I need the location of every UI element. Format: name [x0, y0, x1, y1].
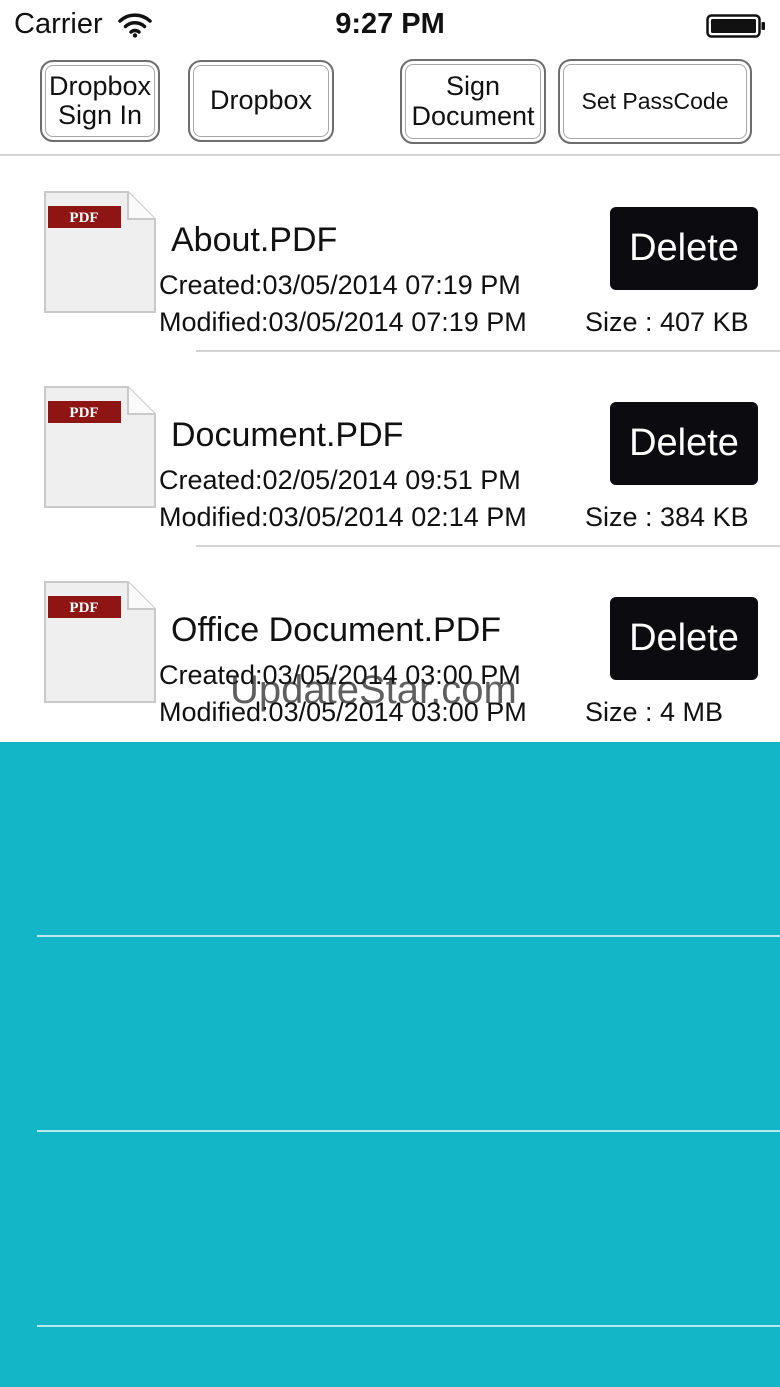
file-name: Document.PDF [171, 416, 404, 454]
file-modified: Modified:03/05/2014 02:14 PM [159, 502, 527, 532]
dropbox-button[interactable]: Dropbox [188, 60, 334, 142]
empty-row-separator [37, 1130, 780, 1132]
status-time: 9:27 PM [335, 8, 445, 40]
file-size: Size : 384 KB [585, 502, 749, 532]
pdf-file-icon: PDF [44, 191, 156, 313]
status-bar: Carrier 9:27 PM [0, 0, 780, 50]
file-size: Size : 4 MB [585, 697, 724, 727]
pdf-badge-label: PDF [69, 210, 98, 226]
watermark: UpdateStar.com [230, 668, 517, 712]
empty-row-separator [37, 1325, 780, 1327]
file-created: Created:03/05/2014 07:19 PM [159, 270, 521, 300]
toolbar: Dropbox Sign In Dropbox Sign Document Set … [0, 50, 780, 156]
pdf-badge-label: PDF [69, 405, 98, 421]
delete-button[interactable]: Delete [610, 402, 758, 485]
pdf-file-icon: PDF [44, 386, 156, 508]
file-name: Office Document.PDF [171, 611, 502, 649]
empty-list-area [0, 742, 780, 1387]
file-created: Created:02/05/2014 09:51 PM [159, 465, 521, 495]
set-passcode-button[interactable]: Set PassCode [558, 59, 752, 144]
delete-button[interactable]: Delete [610, 597, 758, 680]
delete-button[interactable]: Delete [610, 207, 758, 290]
file-row[interactable]: PDF About.PDF Created:03/05/2014 07:19 P… [0, 157, 780, 352]
pdf-badge-label: PDF [69, 600, 98, 616]
sign-document-button[interactable]: Sign Document [400, 59, 546, 144]
file-size: Size : 407 KB [585, 307, 749, 337]
empty-row-separator [37, 935, 780, 937]
file-name: About.PDF [171, 221, 338, 259]
battery-icon [706, 14, 766, 38]
dropbox-sign-in-button[interactable]: Dropbox Sign In [40, 60, 160, 142]
pdf-file-icon: PDF [44, 581, 156, 703]
file-modified: Modified:03/05/2014 07:19 PM [159, 307, 527, 337]
file-row[interactable]: PDF Document.PDF Created:02/05/2014 09:5… [0, 352, 780, 547]
